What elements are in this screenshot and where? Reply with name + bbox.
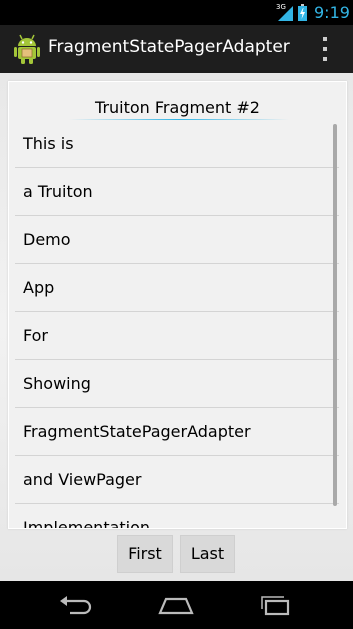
list-item[interactable]: Showing <box>15 360 339 408</box>
list-item[interactable]: This is <box>15 120 339 168</box>
list-item[interactable]: Demo <box>15 216 339 264</box>
back-icon[interactable] <box>56 593 96 617</box>
view-pager[interactable]: Truiton Fragment #2 This is a Truiton De… <box>0 73 353 581</box>
home-icon[interactable] <box>156 593 196 617</box>
fragment-title: Truiton Fragment #2 <box>95 98 260 117</box>
list-item[interactable]: a Truiton <box>15 168 339 216</box>
network-type-label: 3G <box>276 3 286 11</box>
list-item[interactable]: and ViewPager <box>15 456 339 504</box>
fragment-list[interactable]: This is a Truiton Demo App For Showing F… <box>15 120 339 528</box>
list-item[interactable]: App <box>15 264 339 312</box>
fragment-card: Truiton Fragment #2 This is a Truiton De… <box>8 81 347 529</box>
battery-icon <box>298 4 307 21</box>
overflow-menu-icon[interactable] <box>316 33 334 65</box>
status-bar: 3G 9:19 <box>0 0 353 25</box>
action-bar: FragmentStatePagerAdapter <box>0 25 353 74</box>
clock: 9:19 <box>314 3 350 22</box>
list-scrollbar[interactable] <box>333 124 337 506</box>
app-title: FragmentStatePagerAdapter <box>48 37 290 57</box>
recent-apps-icon[interactable] <box>256 593 296 617</box>
list-item[interactable]: Implementation <box>15 504 339 528</box>
android-app-icon[interactable] <box>10 32 44 66</box>
list-item[interactable]: FragmentStatePagerAdapter <box>15 408 339 456</box>
navigation-bar <box>0 581 353 629</box>
last-button[interactable]: Last <box>180 535 235 573</box>
first-button[interactable]: First <box>117 535 173 573</box>
list-item[interactable]: For <box>15 312 339 360</box>
